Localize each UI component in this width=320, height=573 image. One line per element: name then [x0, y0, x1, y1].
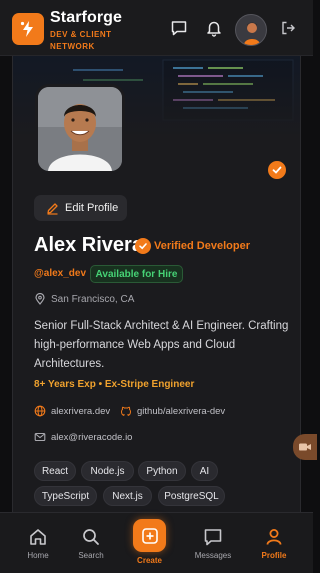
skill-tag[interactable]: AI: [191, 461, 218, 481]
profile-bio: Senior Full-Stack Architect & AI Enginee…: [34, 320, 289, 370]
profile-avatar[interactable]: [35, 84, 125, 174]
top-bar: Starforge DEV & CLIENT NETWORK: [0, 0, 313, 56]
skill-tag[interactable]: PostgreSQL: [158, 486, 225, 506]
messages-icon: [202, 526, 224, 548]
nav-profile[interactable]: Profile: [256, 513, 292, 573]
email-text: alex@riveracode.io: [51, 431, 133, 443]
home-icon: [27, 526, 49, 548]
website-link[interactable]: alexrivera.dev: [34, 405, 110, 417]
logo[interactable]: [12, 13, 44, 45]
experience-line: 8+ Years Exp • Ex-Stripe Engineer: [34, 379, 195, 390]
nav-search[interactable]: Search: [73, 513, 109, 573]
globe-icon: [34, 405, 46, 417]
location-pin-icon: [35, 293, 45, 305]
nav-messages-label: Messages: [194, 551, 232, 560]
github-icon: [120, 406, 132, 416]
edit-profile-button[interactable]: Edit Profile: [34, 195, 127, 221]
verified-label: Verified Developer: [154, 240, 250, 252]
nav-profile-label: Profile: [261, 551, 287, 560]
skill-tag[interactable]: Next.js: [103, 486, 152, 506]
profile-name: Alex Rivera: [34, 234, 143, 256]
verified-badge-icon: [266, 159, 288, 181]
verified-check-icon: [135, 238, 151, 254]
bell-icon[interactable]: [204, 18, 224, 38]
skill-tag[interactable]: TypeScript: [34, 486, 97, 506]
nav-home-label: Home: [27, 551, 49, 560]
skill-tag[interactable]: Python: [138, 461, 186, 481]
search-icon: [80, 526, 102, 548]
user-avatar[interactable]: [235, 14, 267, 46]
video-camera-icon: [299, 443, 311, 451]
github-link[interactable]: github/alexrivera-dev: [120, 405, 225, 417]
chat-icon[interactable]: [169, 18, 189, 38]
plus-square-icon: [141, 527, 158, 544]
create-button[interactable]: [133, 519, 166, 552]
github-text: github/alexrivera-dev: [137, 405, 226, 417]
brand-name: Starforge: [50, 9, 123, 26]
profile-icon: [263, 526, 285, 548]
pencil-icon: [47, 202, 58, 215]
email-link[interactable]: alex@riveracode.io: [34, 431, 132, 443]
create-label: Create: [137, 556, 162, 565]
location-text: San Francisco, CA: [51, 293, 135, 305]
profile-handle[interactable]: @alex_dev: [34, 268, 86, 279]
mail-icon: [34, 432, 46, 442]
spark-icon: [20, 21, 33, 37]
nav-messages[interactable]: Messages: [190, 513, 236, 573]
skill-tag[interactable]: Node.js: [81, 461, 134, 481]
skill-tag[interactable]: React: [34, 461, 76, 481]
brand-tagline: DEV & CLIENT NETWORK: [50, 30, 112, 51]
logout-icon[interactable]: [278, 18, 298, 38]
edit-profile-label: Edit Profile: [65, 202, 119, 214]
location: San Francisco, CA: [34, 293, 134, 305]
profile-card: Edit Profile Alex Rivera Verified Develo…: [12, 56, 301, 526]
nav-search-label: Search: [78, 551, 104, 560]
website-text: alexrivera.dev: [51, 405, 111, 417]
availability-badge: Available for Hire: [90, 265, 183, 283]
video-call-button[interactable]: [293, 434, 317, 460]
nav-home[interactable]: Home: [20, 513, 56, 573]
